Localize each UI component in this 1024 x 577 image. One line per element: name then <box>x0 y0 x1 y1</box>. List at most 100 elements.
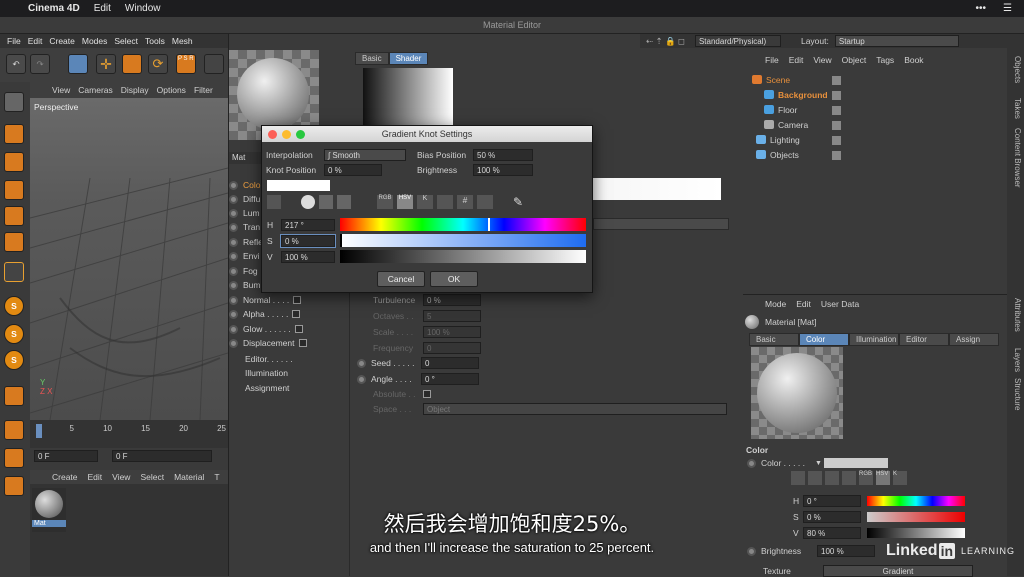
channel-dot[interactable] <box>229 266 238 276</box>
grid-icon[interactable] <box>4 420 24 440</box>
vp-menu-view[interactable]: View <box>52 85 70 95</box>
seed-dot[interactable] <box>357 358 366 368</box>
om-book[interactable]: Book <box>904 55 923 65</box>
mode-k[interactable]: K <box>893 471 907 485</box>
color-dot[interactable] <box>747 458 756 468</box>
om-row-lighting[interactable]: Lighting <box>756 132 800 147</box>
assignment-link[interactable]: Assignment <box>245 383 289 393</box>
channel-dot[interactable] <box>229 251 238 261</box>
hue-slider[interactable] <box>340 218 586 231</box>
layout-dropdown[interactable]: Startup <box>834 35 959 47</box>
attr-tab-editor[interactable]: Editor <box>899 333 949 346</box>
spectrum-icon[interactable] <box>808 471 822 485</box>
h-field[interactable]: 217 ° <box>281 218 335 231</box>
select-tool-icon[interactable] <box>68 54 88 74</box>
spectrum-icon[interactable] <box>319 195 333 209</box>
channel-transparency[interactable]: Tran <box>243 222 260 232</box>
angle-field[interactable]: 0 ° <box>421 373 479 385</box>
saturation-slider[interactable] <box>340 234 586 247</box>
mm-material[interactable]: Material <box>174 472 204 482</box>
menu-modes[interactable]: Modes <box>82 36 108 46</box>
bias-position-field[interactable]: 50 % <box>473 149 533 161</box>
me-tab-basic[interactable]: Basic <box>355 52 389 65</box>
mode-k-button[interactable]: K <box>417 195 433 209</box>
picker-icon[interactable] <box>842 471 856 485</box>
snap2-icon[interactable]: S <box>4 324 24 344</box>
mode-rgb-button[interactable]: RGB <box>377 195 393 209</box>
om-tags[interactable]: Tags <box>876 55 894 65</box>
om-row-floor[interactable]: Floor <box>764 102 797 117</box>
move-tool-icon[interactable]: ✛ <box>96 54 116 74</box>
om-edit[interactable]: Edit <box>789 55 804 65</box>
mode-hsv[interactable]: HSV <box>876 471 890 485</box>
nav-icons[interactable]: ⇠ ⇡ 🔒 ◻ <box>646 36 685 47</box>
app-menu[interactable]: Cinema 4D <box>28 3 80 14</box>
attr-h-field[interactable]: 0 ° <box>803 495 861 507</box>
workplane-icon[interactable] <box>4 448 24 468</box>
value-slider[interactable] <box>340 250 586 263</box>
menu-tools[interactable]: Tools <box>145 36 165 46</box>
eyedropper-icon[interactable]: ✎ <box>513 195 523 209</box>
gradient-dropdown[interactable] <box>593 218 729 230</box>
attr-color-swatch[interactable] <box>823 458 888 468</box>
compress-icon[interactable] <box>267 195 281 209</box>
mm-select[interactable]: Select <box>140 472 164 482</box>
vp-menu-options[interactable]: Options <box>157 85 186 95</box>
playhead[interactable] <box>36 424 42 438</box>
channel-dot[interactable] <box>229 295 238 305</box>
edit-menu[interactable]: Edit <box>94 3 111 14</box>
channel-glow[interactable]: Glow . . . . . . <box>243 324 291 334</box>
menu-edit[interactable]: Edit <box>28 36 43 46</box>
alpha-checkbox[interactable] <box>292 310 301 318</box>
menu-create[interactable]: Create <box>49 36 75 46</box>
snap-icon[interactable]: S <box>4 296 24 316</box>
knot-position-field[interactable]: 0 % <box>324 164 382 176</box>
axis-icon[interactable] <box>4 262 24 282</box>
vp-menu-cameras[interactable]: Cameras <box>78 85 112 95</box>
vp-menu-display[interactable]: Display <box>121 85 149 95</box>
ok-button[interactable]: OK <box>430 271 478 287</box>
glow-checkbox[interactable] <box>294 325 303 333</box>
channel-dot[interactable] <box>229 309 238 319</box>
polygons-mode-icon[interactable] <box>4 232 24 252</box>
menu-file[interactable]: File <box>7 36 21 46</box>
wheel-icon[interactable] <box>791 471 805 485</box>
space-dropdown[interactable]: Object <box>423 403 727 415</box>
absolute-checkbox[interactable] <box>423 390 431 398</box>
frame-current-field[interactable]: 0 F <box>112 450 212 462</box>
minimize-icon[interactable] <box>282 130 291 139</box>
channel-dot[interactable] <box>229 324 238 334</box>
mm-view[interactable]: View <box>112 472 130 482</box>
image-icon[interactable] <box>825 471 839 485</box>
model-mode-icon[interactable] <box>4 92 24 112</box>
attr-mode[interactable]: Mode <box>765 299 786 309</box>
interpolation-dropdown[interactable]: ∫ Smooth <box>324 149 406 161</box>
om-row-objects[interactable]: Objects <box>756 147 799 162</box>
hue-handle[interactable] <box>488 218 490 231</box>
om-row-scene[interactable]: Scene <box>752 72 790 87</box>
redo-icon[interactable]: ↷ <box>30 54 50 74</box>
om-row-background[interactable]: Background <box>764 87 828 102</box>
mode-hex-button[interactable]: # <box>457 195 473 209</box>
timeline[interactable]: 0 5 10 15 20 25 <box>30 420 228 448</box>
magnet-icon[interactable] <box>4 386 24 406</box>
sat-handle[interactable] <box>340 234 342 247</box>
om-row-camera[interactable]: Camera <box>764 117 808 132</box>
knot-color-swatch[interactable] <box>267 180 330 191</box>
mm-create[interactable]: Create <box>52 472 78 482</box>
channel-color[interactable]: Colo <box>243 180 260 190</box>
channel-dot[interactable] <box>229 180 238 190</box>
turbulence-field[interactable]: 0 % <box>423 294 481 306</box>
edges-mode-icon[interactable] <box>4 206 24 226</box>
channel-dot[interactable] <box>229 208 238 218</box>
mode-rgb[interactable]: RGB <box>859 471 873 485</box>
om-object[interactable]: Object <box>842 55 867 65</box>
om-file[interactable]: File <box>765 55 779 65</box>
side-tab-attributes[interactable]: Attributes <box>1013 298 1022 332</box>
attr-texture-field[interactable]: Gradient <box>823 565 973 577</box>
side-tab-objects[interactable]: Objects <box>1013 56 1022 83</box>
more-icon[interactable]: ••• <box>975 3 986 14</box>
side-tab-takes[interactable]: Takes <box>1013 98 1022 119</box>
swatches-icon[interactable] <box>437 195 453 209</box>
rotate-tool-icon[interactable]: ⟳ <box>148 54 168 74</box>
